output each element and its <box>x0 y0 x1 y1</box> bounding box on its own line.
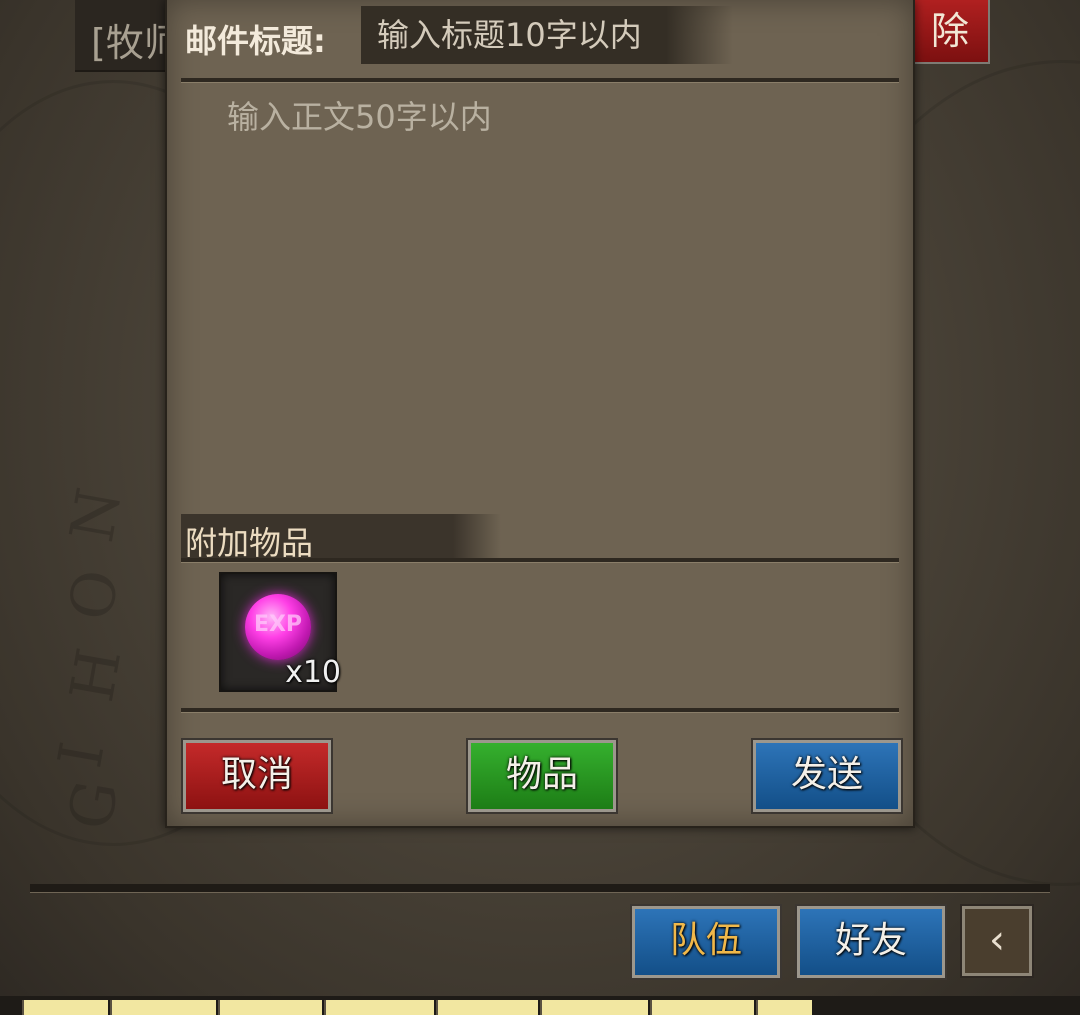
attachment-item-slot[interactable]: EXP x10 <box>219 572 341 692</box>
exp-orb-icon: EXP <box>245 594 311 660</box>
delete-button[interactable]: 除 <box>910 0 990 64</box>
divider <box>181 708 899 713</box>
quick-slot[interactable] <box>436 1000 538 1015</box>
quick-slot[interactable] <box>218 1000 322 1015</box>
divider <box>181 78 899 83</box>
quick-slot[interactable] <box>756 1000 812 1015</box>
mail-title-input[interactable] <box>361 6 733 64</box>
attachment-header: 附加物品 <box>181 514 501 562</box>
game-screen: N O H I G [牧师 除 邮件标题: 附加物品 EXP x10 取消 物品… <box>0 0 1080 1015</box>
cancel-button[interactable]: 取消 <box>181 738 333 814</box>
quick-slot[interactable] <box>22 1000 108 1015</box>
chevron-left-icon: ‹ <box>989 917 1005 963</box>
bottom-divider <box>30 884 1050 893</box>
send-button[interactable]: 发送 <box>751 738 903 814</box>
quick-slot[interactable] <box>540 1000 648 1015</box>
compose-mail-dialog: 邮件标题: 附加物品 EXP x10 取消 物品 发送 <box>165 0 915 828</box>
quick-slot[interactable] <box>650 1000 754 1015</box>
items-button[interactable]: 物品 <box>466 738 618 814</box>
mail-body-input[interactable] <box>183 86 899 506</box>
quick-slot[interactable] <box>110 1000 216 1015</box>
team-button[interactable]: 队伍 <box>630 904 782 980</box>
back-button[interactable]: ‹ <box>960 904 1034 978</box>
quick-slot[interactable] <box>324 1000 434 1015</box>
item-quantity: x10 <box>285 655 341 690</box>
friends-button[interactable]: 好友 <box>795 904 947 980</box>
exp-icon-label: EXP <box>253 612 303 637</box>
divider <box>181 558 899 563</box>
mail-title-label: 邮件标题: <box>185 22 326 60</box>
quick-slot-tray <box>0 996 1080 1015</box>
